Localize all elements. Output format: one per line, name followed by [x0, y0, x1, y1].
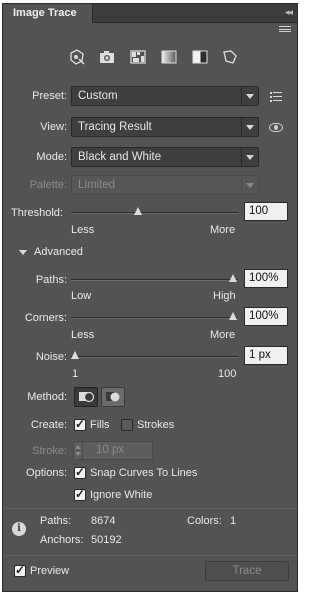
threshold-input[interactable]: 100 [244, 202, 288, 221]
noise-max-label: 100 [218, 368, 237, 380]
ignore-white-label[interactable]: Ignore White [90, 489, 152, 501]
paths-min-label: Low [71, 290, 92, 302]
stats-anchors-label: Anchors: [40, 534, 84, 546]
black-white-icon[interactable] [191, 48, 209, 66]
preset-buttons [3, 48, 297, 68]
palette-label: Palette: [29, 179, 67, 191]
trace-button[interactable]: Trace [205, 561, 289, 581]
noise-label: Noise: [35, 351, 67, 363]
chevron-down-icon [241, 118, 258, 136]
preset-select[interactable]: Custom [71, 86, 259, 106]
noise-slider-track[interactable] [71, 356, 238, 358]
stats-colors-label: Colors: [187, 515, 222, 527]
outline-icon[interactable] [221, 48, 239, 66]
strokes-label[interactable]: Strokes [137, 419, 174, 431]
fills-label[interactable]: Fills [90, 419, 110, 431]
preset-value: Custom [78, 90, 118, 102]
view-select[interactable]: Tracing Result [71, 117, 259, 137]
auto-color-icon[interactable] [68, 48, 86, 66]
advanced-label[interactable]: Advanced [34, 246, 83, 258]
ignore-white-checkbox[interactable] [74, 487, 86, 501]
corners-min-label: Less [71, 329, 95, 341]
info-icon: i [12, 522, 26, 536]
palette-select[interactable]: Limited [71, 175, 259, 195]
chevron-down-icon [241, 176, 258, 194]
advanced-disclosure-icon[interactable] [19, 250, 27, 255]
fills-checkbox[interactable] [74, 417, 86, 431]
image-trace-panel: Image Trace ◂◂ Preset: Custom View: Trac… [2, 3, 298, 592]
corners-max-label: More [210, 329, 236, 341]
create-label: Create: [30, 419, 67, 431]
view-label: View: [40, 121, 67, 133]
threshold-slider-thumb[interactable] [134, 207, 143, 216]
corners-input[interactable]: 100% [244, 307, 288, 326]
eye-icon[interactable] [269, 123, 283, 132]
method-overlapping-button[interactable] [101, 387, 125, 407]
chevron-down-icon [241, 148, 258, 166]
threshold-slider-track[interactable] [71, 212, 238, 214]
corners-label: Corners: [24, 312, 67, 324]
paths-slider-thumb[interactable] [229, 274, 238, 283]
method-abutting-button[interactable] [74, 387, 98, 407]
collapse-panel-icon[interactable]: ◂◂ [285, 7, 293, 18]
stats-paths-value: 8674 [91, 515, 116, 527]
stroke-value: 10 px [96, 444, 125, 456]
noise-min-label: 1 [72, 368, 79, 380]
stepper-arrows-icon[interactable] [74, 442, 83, 459]
footer-divider [3, 555, 297, 556]
chevron-down-icon [241, 87, 258, 105]
stats-paths-label: Paths: [40, 515, 72, 527]
paths-label: Paths: [35, 274, 67, 286]
preview-checkbox[interactable] [14, 563, 26, 577]
mode-label: Mode: [36, 151, 67, 163]
stroke-stepper[interactable]: 10 px [73, 441, 153, 460]
snap-curves-label[interactable]: Snap Curves To Lines [90, 467, 197, 479]
preview-label[interactable]: Preview [30, 565, 69, 577]
section-divider [3, 508, 297, 509]
preset-label: Preset: [32, 90, 67, 102]
options-label: Options: [26, 467, 67, 479]
stats-anchors-value: 50192 [91, 534, 122, 546]
threshold-label: Threshold: [11, 207, 63, 219]
noise-input[interactable]: 1 px [244, 346, 288, 365]
high-color-icon[interactable] [98, 48, 116, 66]
paths-input[interactable]: 100% [244, 269, 288, 288]
mode-value: Black and White [78, 151, 162, 163]
panel-menu-icon[interactable] [279, 26, 291, 32]
strokes-checkbox[interactable] [121, 419, 133, 431]
corners-slider-track[interactable] [71, 317, 238, 319]
stats-colors-value: 1 [230, 515, 237, 527]
corners-slider-thumb[interactable] [229, 312, 238, 321]
paths-max-label: High [213, 290, 236, 302]
paths-slider-track[interactable] [71, 279, 238, 281]
panel-titlebar: Image Trace ◂◂ [3, 4, 297, 23]
preset-list-icon[interactable] [270, 92, 282, 102]
snap-curves-checkbox[interactable] [74, 465, 86, 479]
threshold-min-label: Less [71, 224, 95, 236]
mode-select[interactable]: Black and White [71, 147, 259, 167]
grayscale-icon[interactable] [160, 48, 178, 66]
threshold-max-label: More [210, 224, 236, 236]
method-label: Method: [27, 391, 67, 403]
palette-value: Limited [78, 179, 116, 191]
view-value: Tracing Result [78, 121, 152, 133]
noise-slider-thumb[interactable] [71, 351, 80, 360]
panel-tab-image-trace[interactable]: Image Trace [3, 4, 93, 23]
low-color-icon[interactable] [129, 48, 147, 66]
stroke-label: Stroke: [32, 445, 67, 457]
